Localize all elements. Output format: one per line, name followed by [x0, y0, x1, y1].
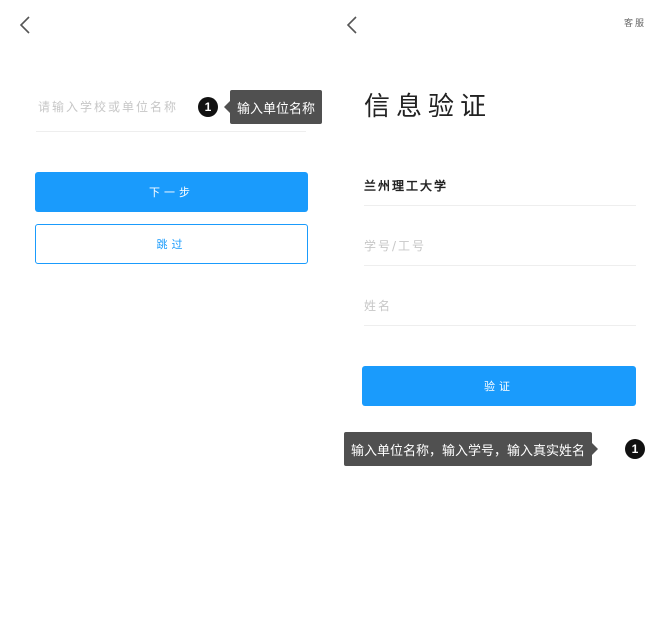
callout-badge-2: 1	[625, 439, 645, 459]
customer-service-link[interactable]: 客服	[624, 16, 646, 29]
callout-text-1: 输入单位名称	[237, 101, 316, 117]
student-id-placeholder: 学号/工号	[364, 239, 427, 253]
skip-label: 跳过	[156, 238, 187, 251]
callout-tooltip-2: 输入单位名称，输入学号，输入真实姓名	[344, 432, 599, 466]
student-id-field[interactable]: 学号/工号	[364, 226, 636, 266]
school-field[interactable]: 兰州理工大学	[364, 166, 636, 206]
skip-button[interactable]: 跳过	[35, 224, 308, 264]
back-icon-right[interactable]	[345, 14, 359, 36]
next-step-button[interactable]: 下一步	[35, 172, 308, 212]
verify-label: 验证	[484, 380, 514, 393]
back-icon[interactable]	[18, 14, 32, 36]
callout-tooltip-1: 输入单位名称	[223, 90, 323, 124]
next-step-label: 下一步	[149, 186, 194, 199]
school-field-value: 兰州理工大学	[364, 179, 449, 193]
name-field[interactable]: 姓名	[364, 286, 636, 326]
name-placeholder: 姓名	[364, 299, 393, 313]
school-input-placeholder: 请输入学校或单位名称	[38, 100, 179, 114]
callout-badge-1: 1	[198, 97, 218, 117]
verify-button[interactable]: 验证	[362, 366, 636, 406]
page-title: 信息验证	[364, 92, 493, 122]
callout-text-2: 输入单位名称，输入学号，输入真实姓名	[351, 443, 586, 459]
